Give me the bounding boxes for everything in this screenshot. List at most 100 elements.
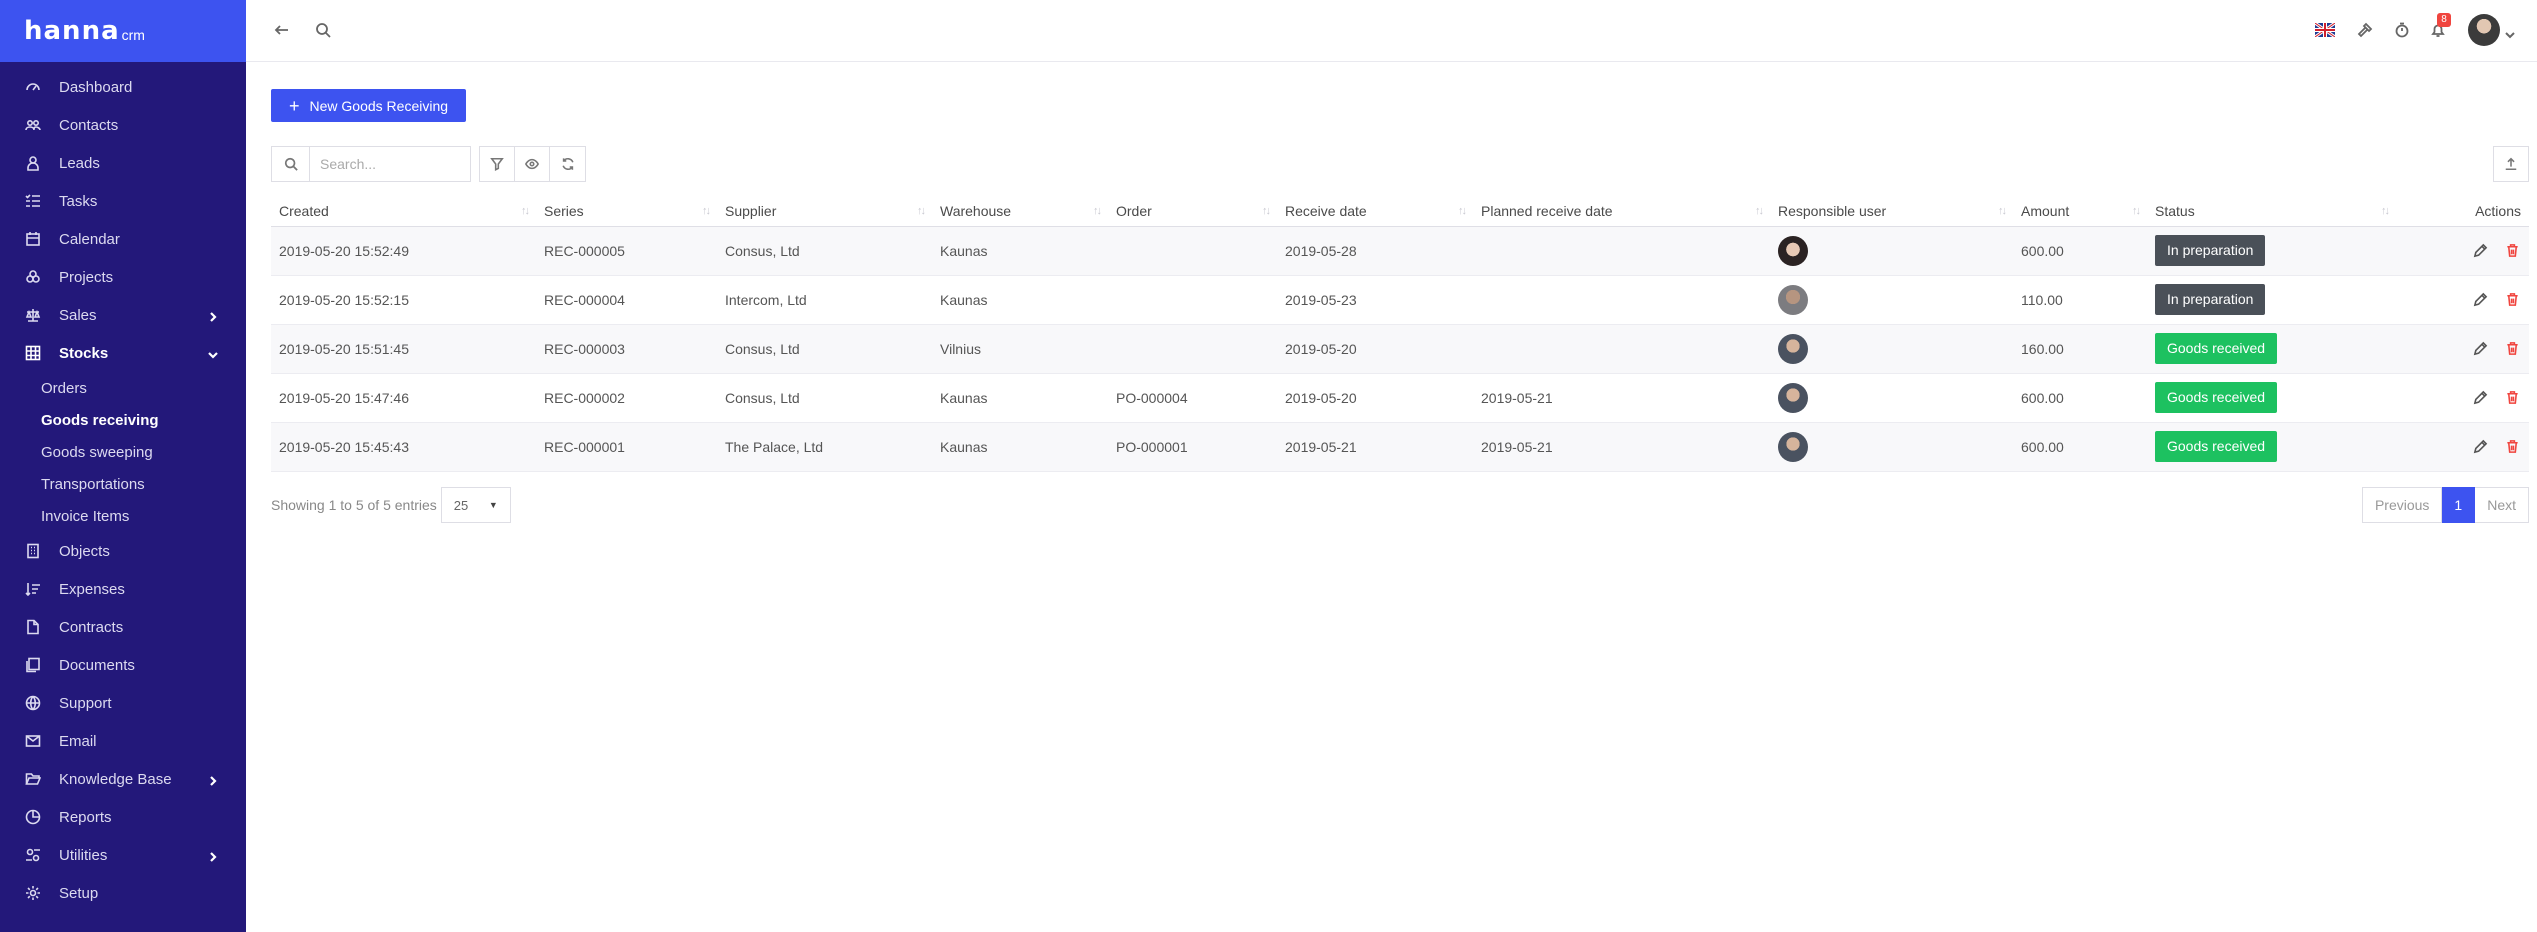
sidebar-subitem-goods-sweeping[interactable]: Goods sweeping <box>0 436 246 468</box>
table-body: 2019-05-20 15:52:49 REC-000005 Consus, Ltd… <box>271 226 2529 472</box>
cell-warehouse: Kaunas <box>932 373 1108 423</box>
pagination-page-1[interactable]: 1 <box>2442 487 2476 523</box>
sidebar-item-reports[interactable]: Reports <box>0 798 246 836</box>
export-icon[interactable] <box>2493 146 2529 182</box>
sort-icon: ↑↓ <box>1755 205 1764 217</box>
filter-icon[interactable] <box>480 147 515 181</box>
trash-icon[interactable] <box>2505 243 2521 259</box>
edit-pencil-icon[interactable] <box>2473 341 2489 357</box>
column-header-warehouse[interactable]: Warehouse ↑↓ <box>932 196 1108 227</box>
cell-status: In preparation <box>2147 275 2396 325</box>
mail-icon <box>24 732 42 750</box>
pagination-next[interactable]: Next <box>2475 487 2529 523</box>
trash-icon[interactable] <box>2505 439 2521 455</box>
sidebar-subitem-transportations[interactable]: Transportations <box>0 468 246 500</box>
sidebar-item-email[interactable]: Email <box>0 722 246 760</box>
table-row[interactable]: 2019-05-20 15:52:49 REC-000005 Consus, Ltd… <box>271 226 2529 276</box>
sort-icon: ↑↓ <box>2381 205 2390 217</box>
sidebar-subitem-invoice-items[interactable]: Invoice Items <box>0 500 246 532</box>
sort-icon: ↑↓ <box>2132 205 2141 217</box>
sidebar-item-objects[interactable]: Objects <box>0 532 246 570</box>
sidebar-item-utilities[interactable]: Utilities <box>0 836 246 874</box>
column-header-amount[interactable]: Amount ↑↓ <box>2013 196 2147 227</box>
table-row[interactable]: 2019-05-20 15:47:46 REC-000002 Consus, Ltd… <box>271 373 2529 423</box>
hammer-icon[interactable] <box>2355 20 2375 40</box>
sidebar-item-label: Contacts <box>59 116 119 134</box>
edit-pencil-icon[interactable] <box>2473 292 2489 308</box>
sidebar-item-documents[interactable]: Documents <box>0 646 246 684</box>
trash-icon[interactable] <box>2505 341 2521 357</box>
refresh-icon[interactable] <box>550 147 585 181</box>
edit-pencil-icon[interactable] <box>2473 243 2489 259</box>
edit-pencil-icon[interactable] <box>2473 390 2489 406</box>
cell-status: Goods received <box>2147 373 2396 423</box>
cell-actions <box>2396 275 2529 325</box>
pagination-previous[interactable]: Previous <box>2361 487 2443 523</box>
sidebar-item-contracts[interactable]: Contracts <box>0 608 246 646</box>
table-row[interactable]: 2019-05-20 15:52:15 REC-000004 Intercom, L… <box>271 275 2529 325</box>
eye-icon[interactable] <box>515 147 550 181</box>
sort-icon: ↑↓ <box>521 205 530 217</box>
cell-order <box>1108 275 1277 325</box>
sidebar-subitem-goods-receiving[interactable]: Goods receiving <box>0 404 246 436</box>
sidebar-item-knowledge-base[interactable]: Knowledge Base <box>0 760 246 798</box>
file-icon <box>24 618 42 636</box>
sidebar-item-stocks[interactable]: Stocks <box>0 334 246 372</box>
sidebar-item-label: Projects <box>59 268 114 286</box>
back-arrow-icon[interactable] <box>272 20 292 40</box>
main-content: + New Goods Receiving Created↑↓ Series↑↓… <box>246 62 2537 932</box>
sidebar-item-contacts[interactable]: Contacts <box>0 106 246 144</box>
sidebar-item-dashboard[interactable]: Dashboard <box>0 68 246 106</box>
brand-logo[interactable]: hanna crm <box>0 0 246 62</box>
user-avatar[interactable] <box>1778 235 1808 266</box>
cell-warehouse: Vilnius <box>932 324 1108 374</box>
chevron-down-icon[interactable] <box>2505 27 2515 39</box>
sidebar-item-leads[interactable]: Leads <box>0 144 246 182</box>
sidebar-item-sales[interactable]: Sales <box>0 296 246 334</box>
trash-icon[interactable] <box>2505 292 2521 308</box>
column-header-supplier[interactable]: Supplier ↑↓ <box>717 196 932 227</box>
timer-icon[interactable] <box>2392 20 2412 40</box>
column-header-order[interactable]: Order ↑↓ <box>1108 196 1277 227</box>
sidebar-item-setup[interactable]: Setup <box>0 874 246 912</box>
sidebar-subitem-orders[interactable]: Orders <box>0 372 246 404</box>
cell-planned-receive-date <box>1473 324 1770 374</box>
cell-actions <box>2396 422 2529 472</box>
table-row[interactable]: 2019-05-20 15:45:43 REC-000001 The Palace,… <box>271 422 2529 472</box>
cell-status: Goods received <box>2147 324 2396 374</box>
user-avatar[interactable] <box>1778 284 1808 315</box>
column-header-created[interactable]: Created ↑↓ <box>271 196 536 227</box>
new-goods-receiving-button[interactable]: + New Goods Receiving <box>271 89 467 122</box>
column-header-receive-date[interactable]: Receive date ↑↓ <box>1277 196 1473 227</box>
column-header-planned-receive-date[interactable]: Planned receive date ↑↓ <box>1473 196 1770 227</box>
projects-icon <box>24 268 42 286</box>
sidebar-item-projects[interactable]: Projects <box>0 258 246 296</box>
sidebar-item-tasks[interactable]: Tasks <box>0 182 246 220</box>
user-avatar[interactable] <box>2468 14 2500 46</box>
page-size-select[interactable]: 25 ▼ <box>440 487 511 523</box>
sidebar-nav: Dashboard Contacts Leads Tasks Calendar … <box>0 62 246 912</box>
trash-icon[interactable] <box>2505 390 2521 406</box>
column-header-status[interactable]: Status ↑↓ <box>2147 196 2396 227</box>
user-avatar[interactable] <box>1778 431 1808 462</box>
column-header-series[interactable]: Series ↑↓ <box>536 196 717 227</box>
cell-created: 2019-05-20 15:47:46 <box>271 373 536 423</box>
sidebar-item-label: Setup <box>59 884 99 902</box>
search-input[interactable] <box>310 147 470 181</box>
search-icon[interactable] <box>313 20 333 40</box>
uk-flag-icon[interactable] <box>2315 23 2335 37</box>
user-avatar[interactable] <box>1778 333 1808 364</box>
edit-pencil-icon[interactable] <box>2473 439 2489 455</box>
table-row[interactable]: 2019-05-20 15:51:45 REC-000003 Consus, Ltd… <box>271 324 2529 374</box>
sidebar-item-expenses[interactable]: Expenses <box>0 570 246 608</box>
user-avatar[interactable] <box>1778 382 1808 413</box>
sidebar-item-label: Calendar <box>59 230 120 248</box>
search-box <box>271 146 471 182</box>
cell-status: Goods received <box>2147 422 2396 472</box>
column-header-actions: Actions <box>2396 196 2529 227</box>
sidebar-item-support[interactable]: Support <box>0 684 246 722</box>
sidebar-item-calendar[interactable]: Calendar <box>0 220 246 258</box>
topbar <box>246 0 2537 62</box>
column-header-responsible-user[interactable]: Responsible user ↑↓ <box>1770 196 2013 227</box>
gear-icon <box>24 884 42 902</box>
